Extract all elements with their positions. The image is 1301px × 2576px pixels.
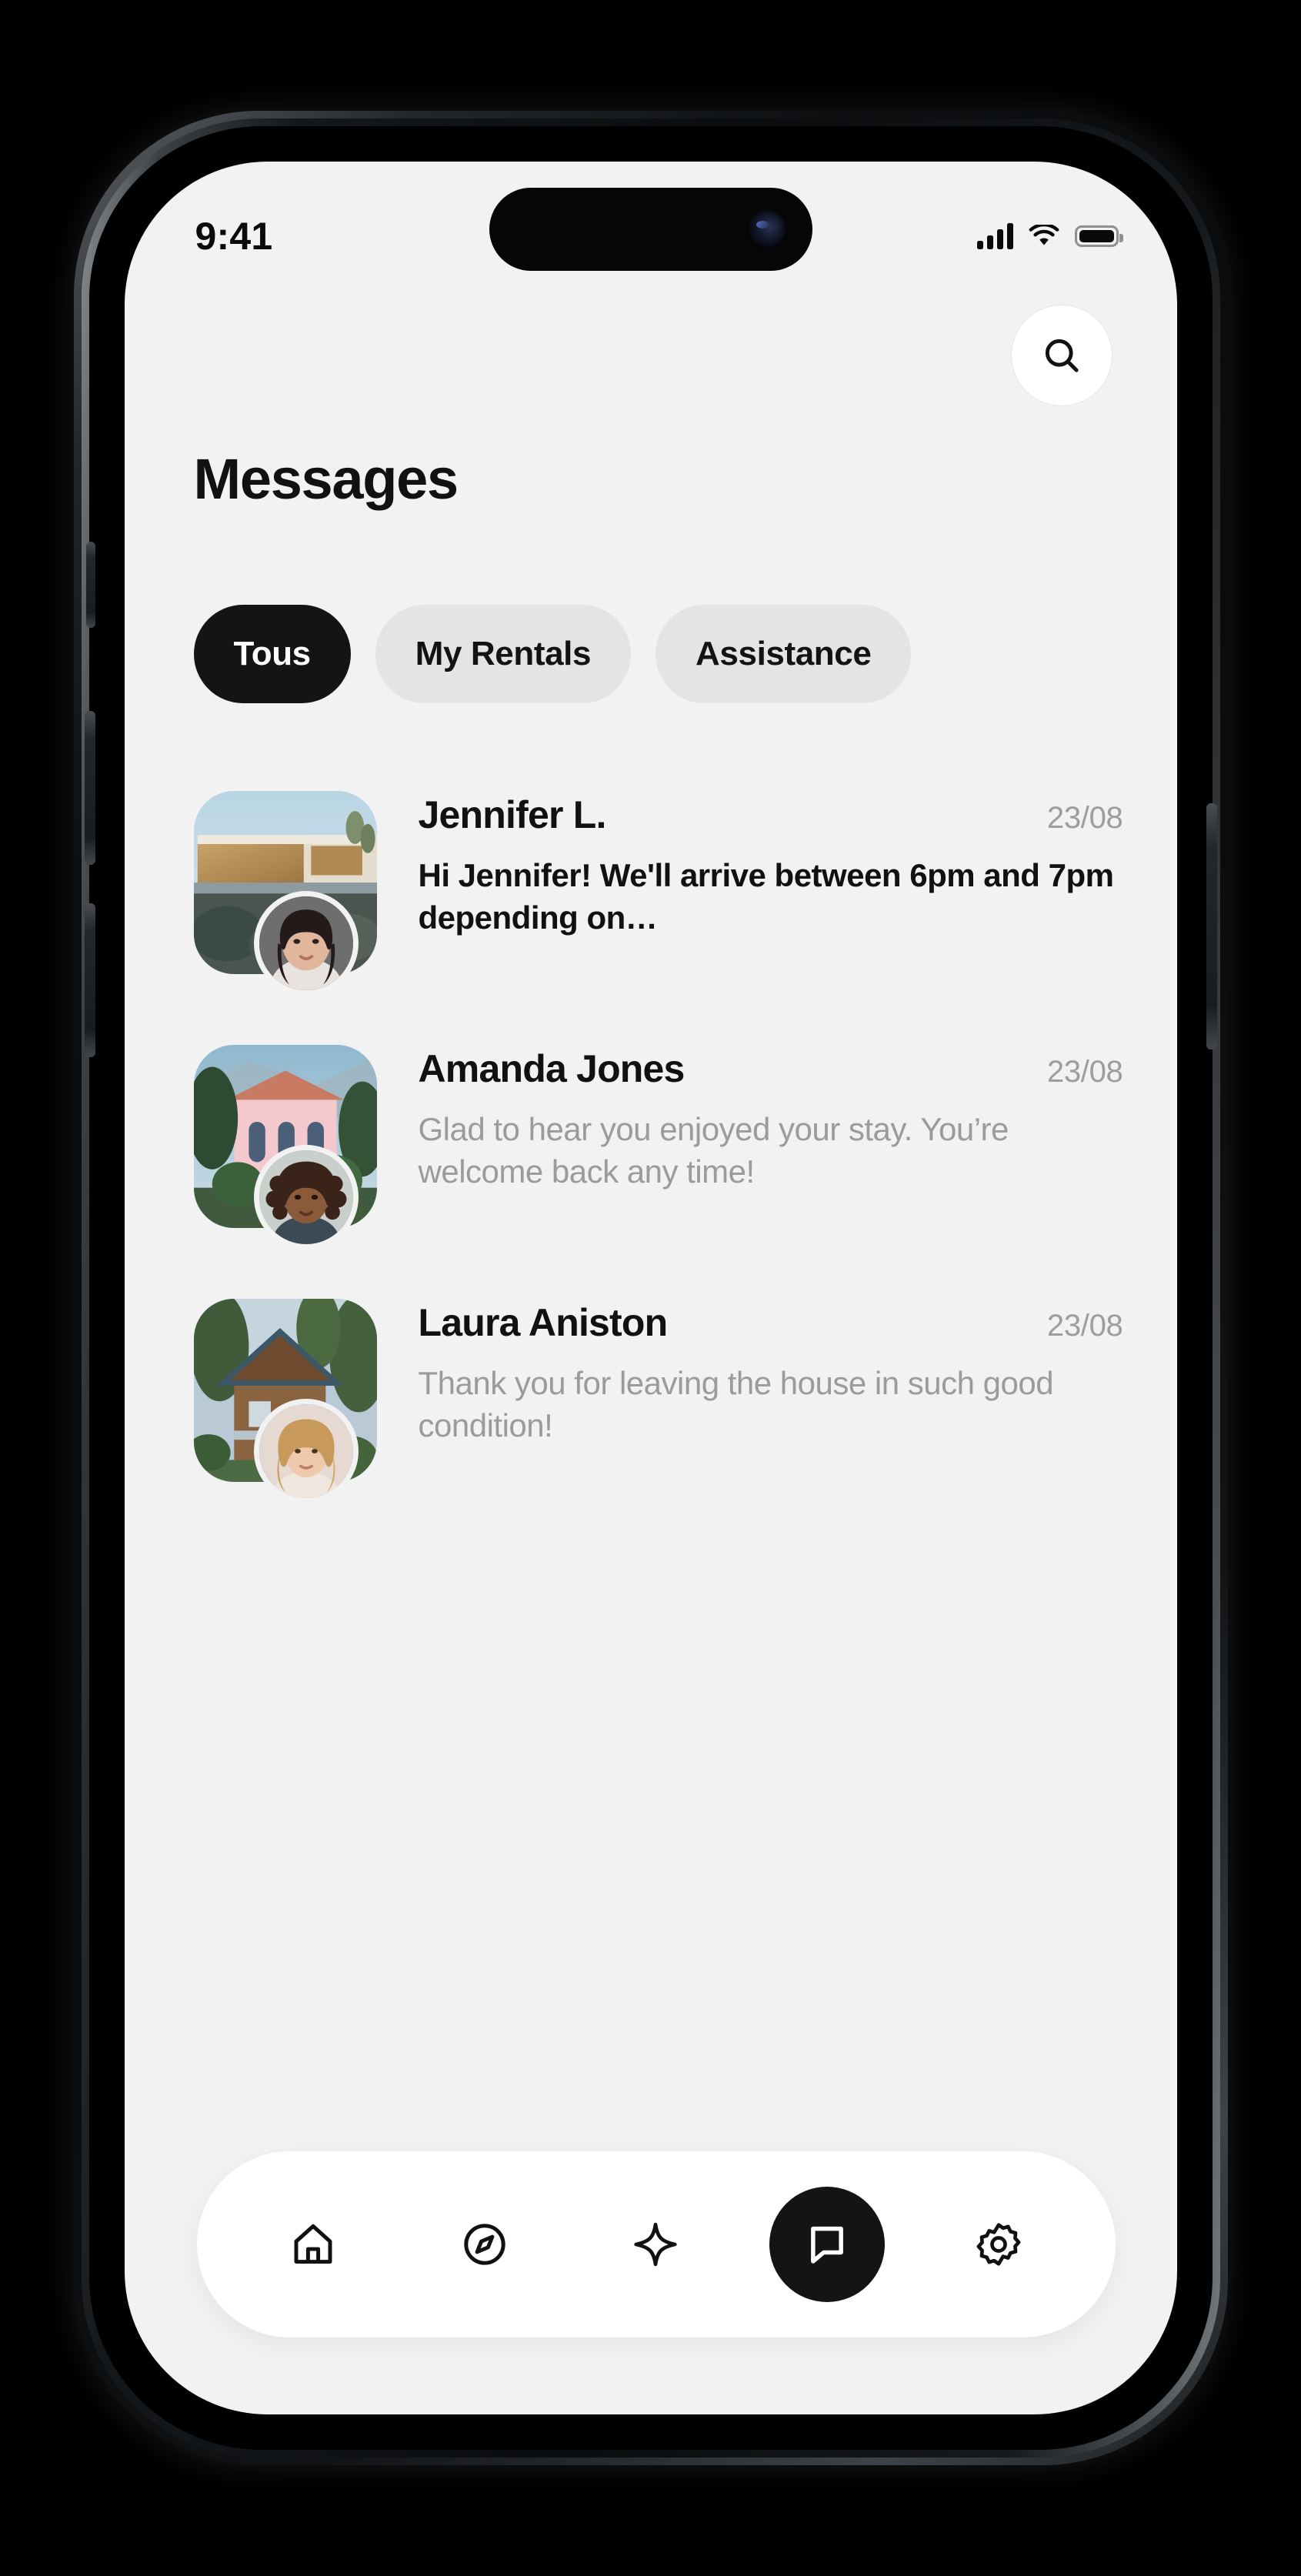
search-icon [1045, 339, 1079, 372]
tab-tous[interactable]: Tous [193, 605, 351, 703]
phone-screen: 9:41 Messages Tous My Rentals Assistance… [124, 162, 1177, 2414]
wifi-icon [1029, 225, 1059, 245]
conversation-row[interactable]: Laura Aniston 23/08 Thank you for leavin… [193, 1290, 1123, 1543]
filter-tabs: Tous My Rentals Assistance [193, 605, 1123, 703]
home-icon [294, 2224, 332, 2264]
conversation-row[interactable]: Amanda Jones 23/08 Glad to hear you enjo… [193, 1036, 1123, 1290]
conversation-media [193, 791, 392, 996]
conversation-row[interactable]: Jennifer L. 23/08 Hi Jennifer! We'll arr… [193, 782, 1123, 1036]
chat-bubble-icon [811, 2226, 844, 2264]
conversation-content: Jennifer L. 23/08 Hi Jennifer! We'll arr… [419, 792, 1123, 939]
conversation-content: Amanda Jones 23/08 Glad to hear you enjo… [419, 1046, 1123, 1193]
nav-settings[interactable] [941, 2187, 1056, 2302]
screenshot-stage: 9:41 Messages Tous My Rentals Assistance… [0, 0, 1301, 2576]
status-bar-icons [976, 223, 1123, 249]
phone-frame: 9:41 Messages Tous My Rentals Assistance… [73, 111, 1228, 2465]
avatar [253, 1399, 359, 1503]
message-preview: Hi Jennifer! We'll arrive between 6pm an… [418, 857, 1114, 936]
dynamic-island [489, 188, 812, 271]
gear-icon [976, 2223, 1021, 2266]
nav-home[interactable] [255, 2187, 371, 2302]
status-bar-time: 9:41 [195, 215, 273, 258]
contact-name: Laura Aniston [418, 1301, 669, 1344]
contact-name: Amanda Jones [418, 1047, 686, 1090]
nav-messages[interactable] [769, 2187, 886, 2302]
messages-screen: Messages Tous My Rentals Assistance Jenn… [125, 162, 1177, 2414]
conversation-list: Jennifer L. 23/08 Hi Jennifer! We'll arr… [193, 782, 1123, 1543]
power-button[interactable] [1206, 803, 1217, 1049]
conversation-content: Laura Aniston 23/08 Thank you for leavin… [419, 1300, 1123, 1447]
conversation-header: Laura Aniston 23/08 [419, 1300, 1123, 1345]
tab-my-rentals[interactable]: My Rentals [375, 605, 632, 703]
message-date: 23/08 [1046, 1309, 1123, 1343]
message-preview: Glad to hear you enjoyed your stay. You’… [418, 1111, 1009, 1190]
nav-explore[interactable] [427, 2187, 542, 2302]
battery-full-icon [1074, 225, 1123, 247]
front-camera-icon [746, 209, 786, 249]
volume-up-button[interactable] [84, 711, 95, 865]
volume-down-button[interactable] [84, 903, 95, 1057]
nav-discover[interactable] [598, 2187, 713, 2302]
phone-body: 9:41 Messages Tous My Rentals Assistance… [84, 126, 1217, 2450]
avatar [253, 891, 359, 996]
contact-name: Jennifer L. [418, 793, 607, 836]
sparkle-icon [634, 2222, 678, 2267]
bottom-navigation [196, 2151, 1116, 2337]
silent-switch[interactable] [85, 542, 95, 628]
conversation-header: Jennifer L. 23/08 [419, 792, 1123, 837]
compass-icon [464, 2224, 505, 2265]
avatar [253, 1145, 359, 1250]
conversation-media [193, 1299, 392, 1503]
message-date: 23/08 [1046, 801, 1123, 835]
message-date: 23/08 [1046, 1055, 1123, 1089]
search-button[interactable] [1010, 305, 1113, 406]
conversation-header: Amanda Jones 23/08 [419, 1046, 1123, 1091]
conversation-media [193, 1045, 392, 1250]
page-title: Messages [193, 447, 459, 511]
cellular-signal-icon [976, 223, 1013, 249]
message-preview: Thank you for leaving the house in such … [418, 1365, 1054, 1444]
tab-assistance[interactable]: Assistance [656, 605, 912, 703]
